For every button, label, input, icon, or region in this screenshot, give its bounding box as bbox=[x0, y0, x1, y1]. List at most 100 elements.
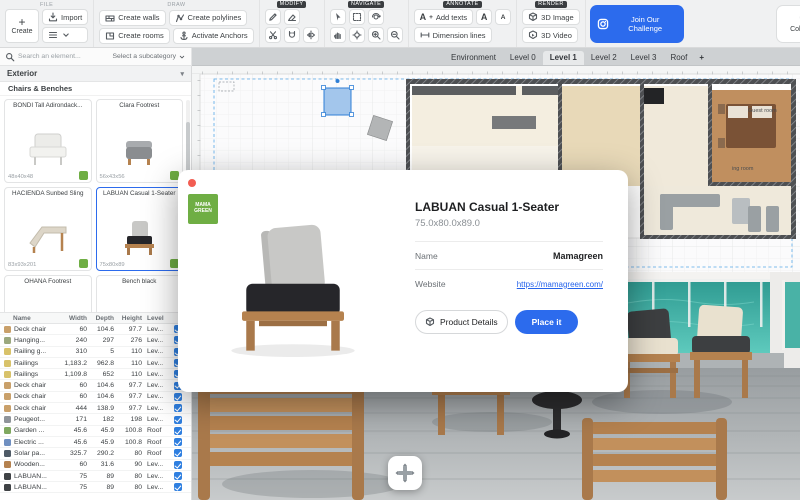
navigation-dpad-widget[interactable] bbox=[388, 456, 422, 490]
section-label-modify: MODIFY bbox=[276, 1, 307, 8]
table-row[interactable]: Hanging... 240 297 276 Lev... bbox=[0, 335, 191, 347]
plus-small-icon: + bbox=[429, 13, 433, 21]
product-name: LABUAN Casual 1-Seater bbox=[103, 190, 176, 197]
table-row[interactable]: Garden ... 45.6 45.9 100.8 Roof bbox=[0, 426, 191, 437]
font-decrease-button[interactable]: A bbox=[495, 9, 512, 25]
table-row[interactable]: Railing g... 310 5 110 Lev... bbox=[0, 347, 191, 358]
product-card[interactable]: Clara Footrest 56x43x56 bbox=[95, 99, 183, 183]
visibility-checkbox[interactable] bbox=[174, 404, 182, 413]
zoom-in-button[interactable] bbox=[367, 27, 384, 43]
crosshair-icon bbox=[352, 30, 362, 40]
table-row[interactable]: Deck chair 60 104.6 97.7 Lev... bbox=[0, 380, 191, 392]
subcategory-title: Chairs & Benches bbox=[0, 82, 191, 96]
tab-add-level[interactable]: + bbox=[694, 51, 709, 65]
toolbar-group-render: RENDER 3D Image 3D Video bbox=[517, 0, 586, 47]
zoom-out-button[interactable] bbox=[386, 27, 403, 43]
table-row[interactable]: Deck chair 60 104.6 97.7 Lev... bbox=[0, 392, 191, 404]
snap-button[interactable] bbox=[283, 27, 300, 43]
3d-image-button[interactable]: 3D Image bbox=[522, 9, 580, 25]
row-height: 80 bbox=[134, 472, 142, 480]
flip-button[interactable] bbox=[302, 27, 319, 43]
create-walls-button[interactable]: Create walls bbox=[99, 9, 166, 26]
visibility-checkbox[interactable] bbox=[174, 472, 182, 480]
tab-level-2[interactable]: Level 2 bbox=[584, 51, 624, 65]
search-row: Select a subcategory bbox=[0, 48, 192, 66]
table-row[interactable]: Electric ... 45.6 45.9 100.8 Roof bbox=[0, 437, 191, 449]
create-rooms-button[interactable]: Create rooms bbox=[99, 27, 170, 44]
import-label: Import bbox=[61, 12, 83, 22]
font-increase-button[interactable]: A bbox=[476, 9, 493, 25]
add-texts-label: Add texts bbox=[435, 12, 468, 22]
cube-icon bbox=[425, 317, 435, 327]
row-name: Deck chair bbox=[14, 404, 47, 412]
close-button[interactable] bbox=[188, 179, 196, 187]
tab-level-0[interactable]: Level 0 bbox=[503, 51, 543, 65]
product-card[interactable]: Bench black bbox=[95, 275, 183, 312]
row-level: Lev... bbox=[147, 461, 164, 469]
tab-level-1[interactable]: Level 1 bbox=[542, 51, 584, 65]
table-row[interactable]: LABUAN... 75 89 80 Lev... bbox=[0, 482, 191, 494]
import-button[interactable]: Import bbox=[42, 9, 89, 25]
row-depth: 45.9 bbox=[100, 427, 114, 435]
tab-roof[interactable]: Roof bbox=[663, 51, 694, 65]
product-details-button[interactable]: Product Details bbox=[415, 310, 508, 334]
row-height: 97.7 bbox=[128, 393, 142, 401]
import-options-button[interactable] bbox=[42, 27, 89, 43]
visibility-checkbox[interactable] bbox=[174, 438, 182, 447]
pan-button[interactable] bbox=[329, 27, 346, 43]
product-card[interactable]: OHANA Footrest bbox=[4, 275, 92, 312]
website-link[interactable]: https://mamagreen.com/ bbox=[517, 280, 603, 289]
table-row[interactable]: Solar pa... 325.7 290.2 80 Roof bbox=[0, 448, 191, 460]
product-card[interactable]: HACIENDA Sunbed Sling 83x93x201 bbox=[4, 187, 92, 271]
modal-actions: Product Details Place it bbox=[415, 310, 603, 334]
erase-button[interactable] bbox=[283, 9, 300, 25]
row-level: Lev... bbox=[147, 348, 164, 356]
center-view-button[interactable] bbox=[348, 27, 365, 43]
create-button[interactable]: + Create bbox=[5, 9, 39, 43]
header-name: Name bbox=[13, 314, 31, 322]
collapse-chevron-icon[interactable]: ▾ bbox=[180, 70, 184, 78]
visibility-checkbox[interactable] bbox=[174, 449, 182, 458]
product-size: 75x80x89 bbox=[99, 262, 125, 268]
row-height: 110 bbox=[131, 348, 142, 356]
edit-button[interactable] bbox=[264, 9, 281, 25]
text-icon: A bbox=[419, 12, 427, 22]
activate-anchors-button[interactable]: Activate Anchors bbox=[172, 27, 254, 44]
dimension-lines-button[interactable]: Dimension lines bbox=[413, 27, 492, 43]
add-texts-button[interactable]: A + Add texts bbox=[413, 9, 474, 25]
table-row[interactable]: Railings 1,183.2 962.8 110 Lev... bbox=[0, 358, 191, 370]
table-row[interactable]: Wooden... 60 31.6 90 Lev... bbox=[0, 460, 191, 471]
table-row[interactable]: LABUAN... 75 89 80 Lev... bbox=[0, 471, 191, 483]
place-it-button[interactable]: Place it bbox=[514, 310, 579, 334]
3d-video-button[interactable]: 3D Video bbox=[522, 27, 578, 43]
join-challenge-button[interactable]: Join Our Challenge bbox=[589, 4, 684, 43]
visibility-checkbox[interactable] bbox=[174, 460, 182, 469]
category-header[interactable]: Exterior ▾ bbox=[0, 66, 191, 82]
table-row[interactable]: Peugeot... 171 182 198 Lev... bbox=[0, 414, 191, 426]
orbit-button[interactable] bbox=[367, 9, 384, 25]
visibility-checkbox[interactable] bbox=[174, 483, 182, 492]
visibility-checkbox[interactable] bbox=[174, 415, 182, 424]
select-button[interactable] bbox=[329, 9, 346, 25]
tab-environment[interactable]: Environment bbox=[444, 51, 503, 65]
create-polylines-button[interactable]: Create polylines bbox=[168, 9, 248, 26]
marquee-button[interactable] bbox=[348, 9, 365, 25]
table-row[interactable]: Railings 1,109.8 652 110 Lev... bbox=[0, 369, 191, 381]
table-row[interactable]: Deck chair 60 104.6 97.7 Lev... bbox=[0, 324, 191, 336]
product-thumbnail bbox=[7, 118, 89, 180]
row-name: Hanging... bbox=[14, 336, 45, 344]
visibility-checkbox[interactable] bbox=[174, 426, 182, 435]
tab-level-3[interactable]: Level 3 bbox=[624, 51, 664, 65]
row-level: Lev... bbox=[147, 359, 164, 367]
row-width: 60 bbox=[79, 382, 87, 390]
subcategory-title-label: Chairs & Benches bbox=[8, 84, 73, 93]
collapse-button[interactable]: Collapse bbox=[775, 4, 800, 43]
subcategory-select[interactable]: Select a subcategory bbox=[113, 53, 186, 61]
table-row[interactable]: Deck chair 444 138.9 97.7 Lev... bbox=[0, 403, 191, 415]
cut-button[interactable] bbox=[264, 27, 281, 43]
product-card-selected[interactable]: LABUAN Casual 1-Seater 75x80x89 bbox=[95, 187, 183, 271]
search-input[interactable] bbox=[18, 53, 94, 60]
visibility-checkbox[interactable] bbox=[174, 392, 182, 401]
product-card[interactable]: BONDI Tall Adirondack... 48x40x48 bbox=[4, 99, 92, 183]
3d-image-label: 3D Image bbox=[541, 12, 574, 22]
